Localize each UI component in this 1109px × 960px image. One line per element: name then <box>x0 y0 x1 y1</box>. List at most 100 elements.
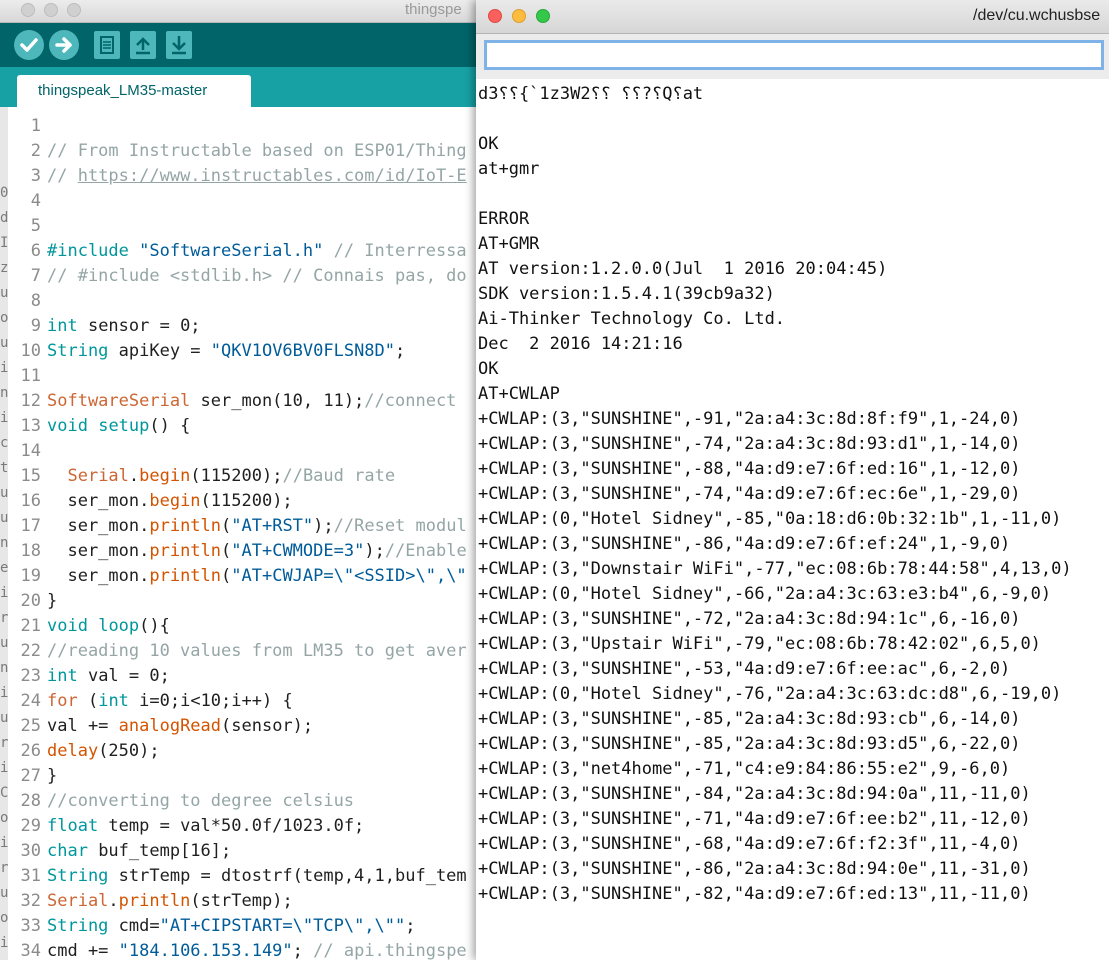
serial-output-line: Dec 2 2016 14:21:16 <box>478 334 683 354</box>
line-code: //reading 10 values from LM35 to get ave… <box>41 641 467 661</box>
code-token: (115200); <box>190 466 283 486</box>
ide-zoom-button[interactable] <box>67 3 81 17</box>
line-code: SoftwareSerial ser_mon(10, 11);//connect <box>41 391 456 411</box>
line-number: 6 <box>30 241 41 261</box>
code-token: "AT+CIPSTART=\"TCP\",\"" <box>159 916 406 936</box>
ide-close-button[interactable] <box>21 3 35 17</box>
upload-button[interactable] <box>49 30 79 60</box>
serial-output-line: +CWLAP:(3,"SUNSHINE",-72,"2a:a4:3c:8d:94… <box>478 609 1021 629</box>
code-line: 7 // #include <stdlib.h> // Connais pas, … <box>8 264 467 289</box>
line-number: 20 <box>20 591 41 611</box>
code-line: 16 ser_mon.begin(115200); <box>8 489 293 514</box>
save-sketch-button[interactable] <box>166 31 192 59</box>
code-token: begin <box>139 466 191 486</box>
line-number: 10 <box>20 341 41 361</box>
code-token: void <box>47 416 88 436</box>
code-token: cmd += <box>47 941 119 960</box>
minimize-button[interactable] <box>512 9 526 23</box>
code-token: //Reset modul <box>333 516 467 536</box>
verify-button[interactable] <box>14 30 44 60</box>
code-token: temp = val*50.0f/1023.0f; <box>98 816 365 836</box>
serial-monitor-titlebar: /dev/cu.wchusbse <box>476 0 1109 34</box>
code-token: ; <box>395 341 406 361</box>
code-token: String <box>47 341 109 361</box>
line-code: Serial.println(strTemp); <box>41 891 293 911</box>
code-token: println <box>149 516 222 536</box>
serial-output-line: +CWLAP:(3,"net4home",-71,"c4:e9:84:86:55… <box>478 759 1011 779</box>
line-number: 21 <box>20 616 41 636</box>
line-number: 4 <box>30 191 41 211</box>
code-token: ( <box>221 516 232 536</box>
code-token: //reading 10 values from LM35 to get ave… <box>47 641 467 661</box>
code-token: ); <box>364 541 385 561</box>
code-line: 11 <box>8 364 47 389</box>
line-code: ser_mon.begin(115200); <box>41 491 293 511</box>
code-token: String <box>47 916 109 936</box>
line-number: 9 <box>30 316 41 336</box>
code-token: // #include <stdlib.h> // Connais pas, d… <box>47 266 467 286</box>
code-token: begin <box>149 491 201 511</box>
code-token: int <box>47 316 78 336</box>
serial-output-line: SDK version:1.5.4.1(39cb9a32) <box>478 284 775 304</box>
line-code: //converting to degree celsius <box>41 791 354 811</box>
line-code: Serial.begin(115200);//Baud rate <box>41 466 395 486</box>
new-sketch-button[interactable] <box>94 31 120 59</box>
code-line: 24 for (int i=0;i<10;i++) { <box>8 689 293 714</box>
code-token: . <box>128 466 140 486</box>
code-token: (115200); <box>200 491 293 511</box>
code-token: String <box>47 866 109 886</box>
serial-output-line: +CWLAP:(0,"Hotel Sidney",-76,"2a:a4:3c:6… <box>478 684 1062 704</box>
line-number: 33 <box>20 916 41 936</box>
code-editor[interactable]: 1 2// From Instructable based on ESP01/Th… <box>8 107 478 960</box>
line-code: // https://www.instructables.com/id/IoT-… <box>41 166 467 186</box>
code-line: 31 String strTemp = dtostrf(temp,4,1,buf_… <box>8 864 467 889</box>
code-token: //converting to degree celsius <box>47 791 355 811</box>
serial-output-line: d3⸮⸮{`1z3W2⸮⸮ ⸮⸮?⸮Q⸮at <box>478 84 704 104</box>
code-token: int <box>47 666 78 686</box>
code-token: "SoftwareSerial.h" <box>139 241 324 261</box>
code-token: (sensor); <box>221 716 314 736</box>
serial-output-line: +CWLAP:(0,"Hotel Sidney",-85,"0a:18:d6:0… <box>478 509 1062 529</box>
code-token: ); <box>313 516 334 536</box>
zoom-button[interactable] <box>536 9 550 23</box>
code-line: 3// https://www.instructables.com/id/IoT… <box>8 164 467 189</box>
code-token: (){ <box>139 616 170 636</box>
code-token: void <box>47 616 88 636</box>
code-token: //Enable <box>384 541 467 561</box>
line-number: 25 <box>20 716 41 736</box>
code-token: // <box>47 166 78 186</box>
serial-input-bar <box>476 34 1109 79</box>
line-code: delay(250); <box>41 741 160 761</box>
code-token: ( <box>221 541 232 561</box>
serial-output-line: ERROR <box>478 209 530 229</box>
serial-output-area[interactable]: d3⸮⸮{`1z3W2⸮⸮ ⸮⸮?⸮Q⸮at OK at+gmr ERROR AT+GM… <box>476 80 1109 960</box>
right-arrow-icon <box>55 37 72 53</box>
line-code: ser_mon.println("AT+CWMODE=3");//Enable <box>41 541 467 561</box>
code-line: 1 <box>8 114 47 139</box>
code-line: 27} <box>8 764 58 789</box>
ide-window-title: thingspe <box>405 1 462 18</box>
serial-output-line: at+gmr <box>478 159 540 179</box>
line-number: 31 <box>20 866 41 886</box>
code-token: Serial <box>67 466 129 486</box>
line-code: } <box>41 766 57 786</box>
serial-output-line: +CWLAP:(3,"SUNSHINE",-88,"4a:d9:e7:6f:ed… <box>478 459 1021 479</box>
ide-minimize-button[interactable] <box>44 3 58 17</box>
code-token: println <box>149 541 222 561</box>
code-line: 6 #include "SoftwareSerial.h" // Interres… <box>8 239 467 264</box>
line-number: 27 <box>20 766 41 786</box>
code-token: println <box>118 891 191 911</box>
code-line: 13 void setup() { <box>8 414 191 439</box>
close-button[interactable] <box>488 9 502 23</box>
serial-send-input[interactable] <box>484 40 1104 70</box>
open-sketch-button[interactable] <box>130 31 156 59</box>
line-code: // From Instructable based on ESP01/Thin… <box>41 141 467 161</box>
code-line: 4 <box>8 189 47 214</box>
line-code: ser_mon.println("AT+CWJAP=\"<SSID>\",\" <box>41 566 466 586</box>
serial-monitor-window: /dev/cu.wchusbse d3⸮⸮{`1z3W2⸮⸮ ⸮⸮?⸮Q⸮at O… <box>476 0 1109 960</box>
line-number: 29 <box>20 816 41 836</box>
tab-thingspeak-lm35-master[interactable]: thingspeak_LM35-master <box>17 75 251 107</box>
